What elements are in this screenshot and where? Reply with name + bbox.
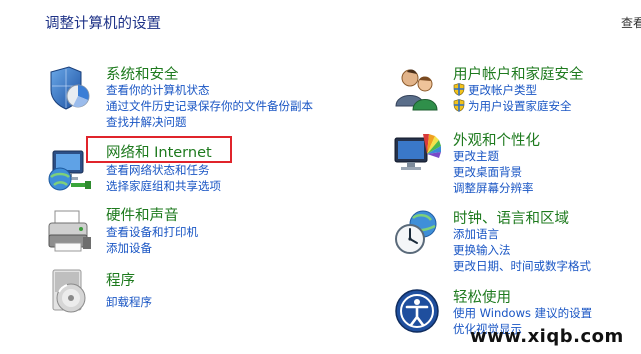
link-change-date-time-format[interactable]: 更改日期、时间或数字格式 bbox=[453, 258, 591, 274]
link-homegroup-sharing[interactable]: 选择家庭组和共享选项 bbox=[106, 178, 221, 194]
link-family-safety[interactable]: 为用户设置家庭安全 bbox=[453, 98, 572, 114]
uac-shield-icon bbox=[453, 99, 465, 112]
category-title-user-accounts[interactable]: 用户帐户和家庭安全 bbox=[453, 63, 584, 84]
link-change-account-type[interactable]: 更改帐户类型 bbox=[453, 82, 572, 98]
clock-globe-icon[interactable] bbox=[393, 208, 441, 256]
uac-shield-icon bbox=[453, 83, 465, 96]
link-file-history-backup[interactable]: 通过文件历史记录保存你的文件备份副本 bbox=[106, 98, 313, 114]
programs-disc-icon[interactable] bbox=[45, 268, 93, 316]
page-title: 调整计算机的设置 bbox=[45, 16, 161, 32]
link-family-safety-label: 为用户设置家庭安全 bbox=[468, 99, 572, 113]
link-windows-suggested-settings[interactable]: 使用 Windows 建议的设置 bbox=[453, 305, 592, 321]
link-add-device[interactable]: 添加设备 bbox=[106, 240, 198, 256]
link-change-theme[interactable]: 更改主题 bbox=[453, 148, 534, 164]
link-devices-printers[interactable]: 查看设备和打印机 bbox=[106, 224, 198, 240]
category-title-clock-language-region[interactable]: 时钟、语言和区域 bbox=[453, 207, 569, 228]
link-add-language[interactable]: 添加语言 bbox=[453, 226, 591, 242]
users-icon[interactable] bbox=[393, 64, 441, 112]
link-change-account-type-label: 更改帐户类型 bbox=[468, 83, 537, 97]
category-title-hardware-sound[interactable]: 硬件和声音 bbox=[106, 204, 179, 225]
link-change-input-method[interactable]: 更换输入法 bbox=[453, 242, 591, 258]
category-title-ease-of-access[interactable]: 轻松使用 bbox=[453, 286, 511, 307]
view-by-label[interactable]: 查看 bbox=[621, 14, 641, 31]
category-title-system-security[interactable]: 系统和安全 bbox=[106, 63, 179, 84]
ease-of-access-icon[interactable] bbox=[393, 287, 441, 335]
category-title-appearance[interactable]: 外观和个性化 bbox=[453, 129, 540, 150]
link-adjust-resolution[interactable]: 调整屏幕分辨率 bbox=[453, 180, 534, 196]
link-troubleshoot[interactable]: 查找并解决问题 bbox=[106, 114, 313, 130]
highlight-box bbox=[86, 136, 232, 163]
monitor-palette-icon[interactable] bbox=[393, 130, 441, 178]
shield-icon[interactable] bbox=[45, 64, 93, 112]
link-change-desktop-background[interactable]: 更改桌面背景 bbox=[453, 164, 534, 180]
link-view-computer-status[interactable]: 查看你的计算机状态 bbox=[106, 82, 313, 98]
printer-icon[interactable] bbox=[45, 207, 93, 255]
category-title-programs[interactable]: 程序 bbox=[106, 269, 135, 290]
watermark-text: www.xiqb.com bbox=[470, 326, 624, 347]
link-uninstall-program[interactable]: 卸载程序 bbox=[106, 294, 152, 310]
link-network-status[interactable]: 查看网络状态和任务 bbox=[106, 162, 221, 178]
